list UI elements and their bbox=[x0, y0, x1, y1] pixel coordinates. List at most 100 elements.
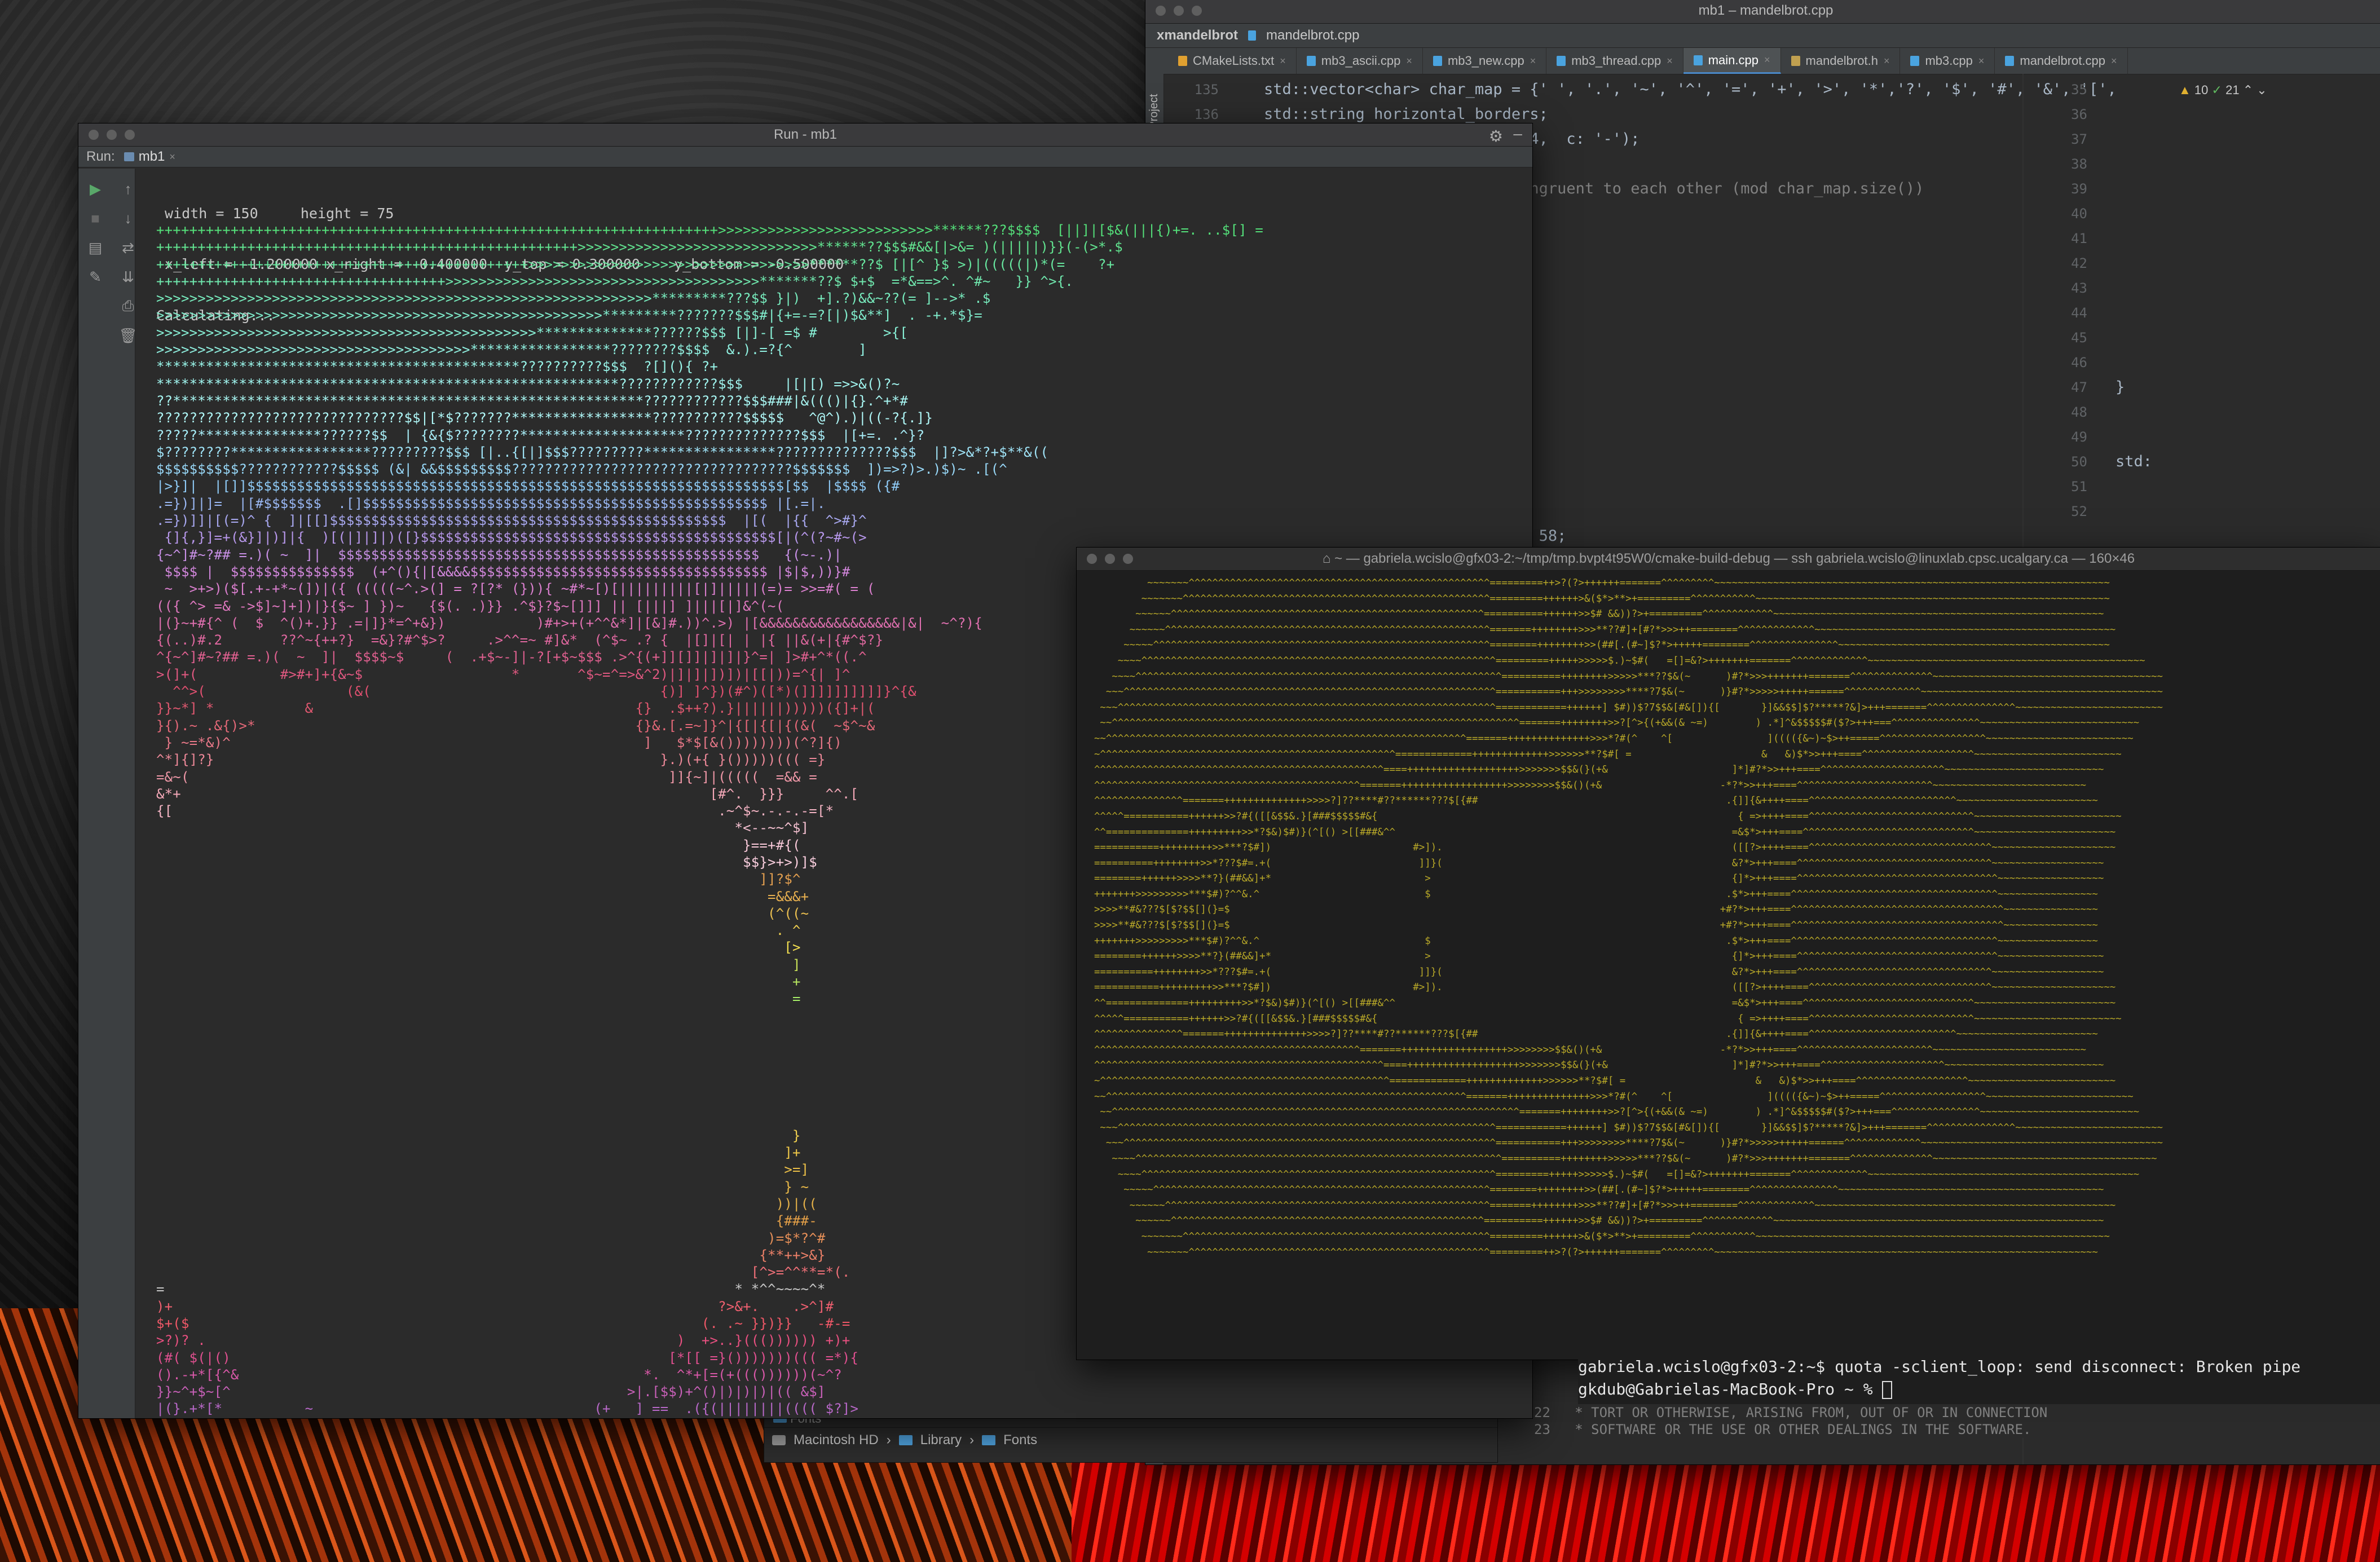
line-number: 36 bbox=[2071, 107, 2087, 122]
terminal-prompt[interactable]: gkdub@Gabrielas-MacBook-Pro ~ % bbox=[1578, 1378, 2380, 1401]
terminal-line: ^^^^^^^^^^^^^^^=======++++++++++++++>>>>… bbox=[1082, 795, 2098, 807]
ascii-line: .=})]]|[(=)^ { ]|[[]$$$$$$$$$$$$$$$$$$$$… bbox=[156, 513, 867, 529]
layout-icon[interactable]: ▤ bbox=[86, 239, 104, 257]
close-icon[interactable]: × bbox=[169, 151, 175, 163]
file-icon bbox=[1693, 55, 1703, 65]
ascii-line: >>>>>>>>>>>>>>>>>>>>>>>>>>>>>>>>>>>>>>>>… bbox=[156, 324, 909, 341]
close-icon[interactable]: × bbox=[1978, 55, 1985, 67]
terminal-line: ~~^^^^^^^^^^^^^^^^^^^^^^^^^^^^^^^^^^^^^^… bbox=[1082, 733, 2134, 744]
terminal-titlebar: ⌂ ~ — gabriela.wcislo@gfx03-2:~/tmp/tmp.… bbox=[1077, 548, 2380, 571]
close-icon[interactable]: × bbox=[1764, 54, 1770, 66]
close-light[interactable] bbox=[89, 130, 99, 140]
rerun-icon[interactable]: ▶ bbox=[86, 180, 104, 198]
tab-main-cpp[interactable]: main.cpp × bbox=[1683, 48, 1781, 74]
terminal-line: ^^^^^^^^^^^^^^^^^^^^^^^^^^^^^^^^^^^^^^^^… bbox=[1082, 1044, 2086, 1056]
tab-mandelbrot-cpp[interactable]: mandelbrot.cpp × bbox=[1995, 48, 2128, 74]
finder-path-bar: Macintosh HD › Library › Fonts bbox=[764, 1427, 1497, 1453]
close-icon[interactable]: × bbox=[2111, 55, 2117, 67]
path-item-disk[interactable]: Macintosh HD bbox=[794, 1432, 879, 1448]
pin-icon[interactable]: ✎ bbox=[86, 268, 104, 286]
tab-mb3-thread-cpp[interactable]: mb3_thread.cpp × bbox=[1546, 48, 1683, 74]
minimize-light[interactable] bbox=[1174, 6, 1184, 16]
terminal-line: ~~~~^^^^^^^^^^^^^^^^^^^^^^^^^^^^^^^^^^^^… bbox=[1082, 1168, 2140, 1180]
gear-icon[interactable]: ⚙ bbox=[1489, 127, 1503, 145]
terminal-line: ^^^^^===========++++++>>?#{([[&$$&.}[###… bbox=[1082, 810, 2122, 822]
path-separator-icon: › bbox=[886, 1432, 891, 1448]
warning-count: 10 bbox=[2194, 83, 2209, 97]
ascii-line: >>>>>>>>>>>>>>>>>>>>>>>>>>>>>>>>>>>>>>**… bbox=[156, 342, 867, 358]
terminal-prompt-area[interactable]: gabriela.wcislo@gfx03-2:~$ quota -sclien… bbox=[1578, 1356, 2380, 1404]
license-line: 22 * TORT OR OTHERWISE, ARISING FROM, OU… bbox=[1534, 1405, 2048, 1420]
run-tab-mb1[interactable]: mb1 × bbox=[124, 149, 175, 165]
terminal-screen[interactable]: ~~~~~~~^^^^^^^^^^^^^^^^^^^^^^^^^^^^^^^^^… bbox=[1082, 576, 2379, 1360]
terminal-line: >>>>**#&???$[$?$$[](}=$ +#?*>+++====^^^^… bbox=[1082, 920, 2098, 932]
print-icon[interactable]: ⎙ bbox=[119, 297, 137, 315]
line-number: 43 bbox=[2071, 280, 2087, 296]
tab-mandelbrot-h[interactable]: mandelbrot.h × bbox=[1781, 48, 1901, 74]
ascii-line: >>>>>>>>>>>>>>>>>>>>>>>>>>>>>>>>>>>>>>>>… bbox=[156, 307, 982, 324]
ok-count: 21 bbox=[2225, 83, 2240, 97]
file-icon bbox=[1248, 30, 1257, 41]
close-icon[interactable]: × bbox=[1884, 55, 1890, 67]
breadcrumb-file[interactable]: mandelbrot.cpp bbox=[1266, 28, 1359, 43]
breadcrumb-project[interactable]: xmandelbrot bbox=[1157, 28, 1238, 43]
terminal-line: ~~^^^^^^^^^^^^^^^^^^^^^^^^^^^^^^^^^^^^^^… bbox=[1082, 1106, 2140, 1118]
close-icon[interactable]: × bbox=[1530, 55, 1536, 67]
terminal-line: ~~~~^^^^^^^^^^^^^^^^^^^^^^^^^^^^^^^^^^^^… bbox=[1082, 1153, 2157, 1164]
tab-mb3-new-cpp[interactable]: mb3_new.cpp × bbox=[1423, 48, 1547, 74]
scroll-to-end-icon[interactable]: ⇊ bbox=[119, 268, 137, 286]
terminal-line: ~~~~~~^^^^^^^^^^^^^^^^^^^^^^^^^^^^^^^^^^… bbox=[1082, 1199, 2116, 1211]
down-arrow-icon[interactable]: ↓ bbox=[119, 209, 137, 227]
close-icon[interactable]: × bbox=[1667, 55, 1673, 67]
minimize-light[interactable] bbox=[1105, 554, 1115, 564]
editor-tabs: CMakeLists.txt × mb3_ascii.cpp × mb3_new.cpp… bbox=[1145, 48, 2380, 74]
tab-cmakelists-txt[interactable]: CMakeLists.txt × bbox=[1168, 48, 1297, 74]
terminal-line: ~~~~~~~^^^^^^^^^^^^^^^^^^^^^^^^^^^^^^^^^… bbox=[1082, 1230, 2110, 1242]
ascii-line: ****************************************… bbox=[156, 376, 900, 392]
up-arrow-icon[interactable]: ↑ bbox=[119, 180, 137, 198]
zoom-light[interactable] bbox=[125, 130, 135, 140]
file-icon bbox=[1910, 56, 1920, 66]
terminal-line: >>>>**#&???$[$?$$[](}=$ +#?*>+++====^^^^… bbox=[1082, 904, 2098, 916]
terminal-line: ~^^^^^^^^^^^^^^^^^^^^^^^^^^^^^^^^^^^^^^^… bbox=[1082, 1075, 2116, 1087]
line-number: 48 bbox=[2071, 404, 2087, 420]
run-tab-label: mb1 bbox=[138, 149, 165, 164]
stop-icon[interactable]: ■ bbox=[86, 209, 104, 227]
text-cursor bbox=[1882, 1381, 1893, 1399]
chevron-up-icon[interactable]: ⌃ bbox=[2243, 83, 2253, 97]
zoom-light[interactable] bbox=[1192, 6, 1202, 16]
soft-wrap-icon[interactable]: ⇄ bbox=[119, 239, 137, 257]
license-footer: 22 * TORT OR OTHERWISE, ARISING FROM, OU… bbox=[1534, 1404, 2380, 1438]
run-label: Run: bbox=[86, 149, 115, 164]
ascii-line: ++++++++++++++++++++++++++++++++++++++++… bbox=[156, 239, 1123, 255]
trash-icon[interactable]: 🗑 bbox=[119, 326, 138, 345]
terminal-line: ^^^^^===========++++++>>?#{([[&$$&.}[###… bbox=[1082, 1013, 2122, 1025]
file-icon bbox=[1306, 56, 1316, 66]
disk-icon bbox=[772, 1435, 786, 1445]
ascii-line: $$$$$$$$$$????????????$$$$$ (&| &&$$$$$$… bbox=[156, 461, 1007, 478]
tab-mb3-cpp[interactable]: mb3.cpp × bbox=[1900, 48, 1995, 74]
ascii-line: $????????*****************?????????$$$ [… bbox=[156, 444, 1049, 460]
inspection-widget[interactable]: ▲ 10 ✓ 21 ⌃ ⌄ bbox=[2179, 83, 2267, 98]
right-code-editor[interactable]: } std: bbox=[2115, 77, 2152, 524]
chevron-down-icon[interactable]: ⌄ bbox=[2256, 83, 2267, 97]
close-icon[interactable]: × bbox=[1280, 55, 1286, 67]
minimize-light[interactable] bbox=[107, 130, 117, 140]
minimize-icon[interactable]: – bbox=[1513, 125, 1522, 143]
close-light[interactable] bbox=[1087, 554, 1097, 564]
close-icon[interactable]: × bbox=[1406, 55, 1412, 67]
ide-window-title: mb1 – mandelbrot.cpp bbox=[1698, 3, 1834, 18]
close-light[interactable] bbox=[1156, 6, 1166, 16]
terminal-line: ~~~~~~~^^^^^^^^^^^^^^^^^^^^^^^^^^^^^^^^^… bbox=[1082, 1246, 2098, 1258]
tab-mb3-ascii-cpp[interactable]: mb3_ascii.cpp × bbox=[1297, 48, 1423, 74]
zoom-light[interactable] bbox=[1123, 554, 1133, 564]
terminal-window: ⌂ ~ — gabriela.wcislo@gfx03-2:~/tmp/tmp.… bbox=[1076, 547, 2380, 1360]
path-item-fonts[interactable]: Fonts bbox=[1003, 1432, 1037, 1448]
terminal-line: ^^^^^^^^^^^^^^^^^^^^^^^^^^^^^^^^^^^^^^^^… bbox=[1082, 764, 2104, 776]
path-item-library[interactable]: Library bbox=[920, 1432, 962, 1448]
